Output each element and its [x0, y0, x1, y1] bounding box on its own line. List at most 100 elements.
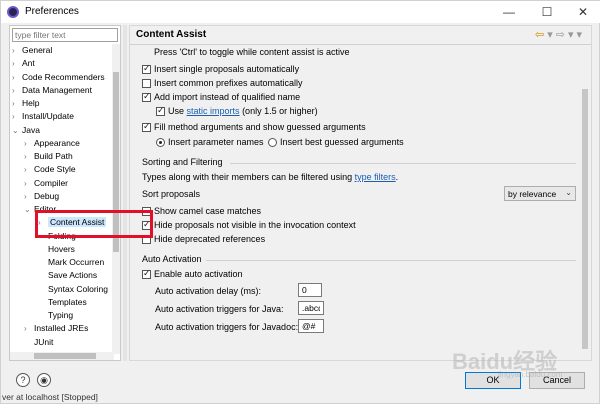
view-menu-icon[interactable]: ▾ — [576, 29, 585, 41]
add-import-label: Add import instead of qualified name — [154, 92, 301, 102]
close-button[interactable]: ✕ — [565, 1, 600, 23]
tree-item-label: Java — [22, 124, 40, 135]
page-navigation: ⇦▾⇨▾▾ — [535, 28, 585, 41]
tree-item[interactable]: Templates — [38, 296, 87, 309]
enable-auto-activation-checkbox[interactable] — [142, 268, 151, 279]
collapsed-arrow-icon[interactable]: › — [12, 97, 22, 110]
tree-item-label: Code Recommenders — [22, 71, 105, 82]
tree-horizontal-scrollbar[interactable] — [10, 352, 114, 360]
tree-item[interactable]: Syntax Coloring — [38, 283, 108, 296]
back-arrow-icon[interactable]: ⇦ — [535, 29, 547, 41]
javadoc-triggers-field[interactable] — [298, 319, 324, 333]
expanded-arrow-icon[interactable]: ⌄ — [24, 203, 34, 216]
tree-item-label: Data Management — [22, 84, 92, 95]
tree-item[interactable]: › Code Style — [24, 163, 76, 176]
tree-item[interactable]: › Installed JREs — [24, 322, 88, 335]
fill-arguments-label: Fill method arguments and show guessed a… — [154, 122, 366, 132]
insert-prefixes-checkbox[interactable] — [142, 79, 151, 88]
filter-input[interactable] — [12, 28, 118, 42]
page-title: Content Assist — [136, 29, 207, 40]
back-menu-icon[interactable]: ▾ — [547, 29, 556, 41]
tree-item[interactable]: Mark Occurren — [38, 256, 104, 269]
fill-arguments-checkbox[interactable] — [142, 121, 151, 132]
static-imports-link[interactable]: static imports — [187, 106, 240, 116]
insert-single-checkbox[interactable] — [142, 63, 151, 74]
collapsed-arrow-icon[interactable]: › — [24, 163, 34, 176]
type-filters-link[interactable]: type filters — [355, 172, 396, 182]
pane-divider[interactable] — [123, 25, 127, 361]
tree-item[interactable]: ⌄ Java — [12, 124, 40, 137]
watermark-url: jingyan.baidu.com — [498, 370, 563, 379]
sorting-group-title: Sorting and Filtering — [142, 157, 223, 167]
group-separator — [230, 163, 576, 164]
java-triggers-field[interactable] — [298, 301, 324, 315]
chevron-down-icon: ⌄ — [565, 188, 572, 197]
tree-item[interactable]: › Appearance — [24, 137, 80, 150]
static-imports-row: Use static imports (only 1.5 or higher) — [168, 106, 318, 116]
tree-item-label: Code Style — [34, 164, 76, 175]
static-imports-checkbox[interactable] — [156, 105, 165, 116]
tree-item[interactable]: › Build Path — [24, 150, 73, 163]
collapsed-arrow-icon[interactable]: › — [12, 110, 22, 123]
collapsed-arrow-icon[interactable]: › — [12, 71, 22, 84]
expanded-arrow-icon[interactable]: ⌄ — [12, 124, 22, 137]
tree-item[interactable]: Typing — [38, 309, 73, 322]
hide-invisible-label: Hide proposals not visible in the invoca… — [154, 220, 356, 230]
static-imports-note: (only 1.5 or higher) — [242, 106, 318, 116]
tree-item[interactable]: JUnit — [24, 336, 53, 349]
forward-arrow-icon[interactable]: ⇨ — [556, 29, 568, 41]
title-bar: Preferences — ☐ ✕ — [1, 1, 600, 23]
activation-delay-field[interactable] — [298, 283, 322, 297]
highlight-annotation — [35, 210, 153, 238]
javadoc-triggers-label: Auto activation triggers for Javadoc: — [155, 322, 299, 332]
content-vertical-scrollbar[interactable] — [580, 45, 590, 360]
tree-item-label: Hovers — [48, 243, 75, 254]
preferences-tree-pane: ›General›Ant›Code Recommenders›Data Mana… — [9, 25, 121, 361]
tree-item[interactable]: › Code Recommenders — [12, 71, 105, 84]
group-separator — [206, 260, 576, 261]
scroll-thumb[interactable] — [34, 353, 96, 359]
tree-item-label: Install/Update — [22, 111, 74, 122]
tree-item-label: Compiler — [34, 177, 69, 188]
tree-item[interactable]: › Data Management — [12, 84, 92, 97]
collapsed-arrow-icon[interactable]: › — [24, 322, 34, 335]
collapsed-arrow-icon[interactable]: › — [24, 190, 34, 203]
insert-parameter-names-radio[interactable] — [156, 138, 165, 147]
sort-proposals-value: by relevance — [508, 189, 557, 199]
tree-item-label: Debug — [34, 190, 60, 201]
tree-item-label: General — [22, 45, 53, 55]
type-filters-description: Types along with their members can be fi… — [142, 172, 398, 182]
collapsed-arrow-icon[interactable]: › — [24, 150, 34, 163]
import-export-icon[interactable]: ◉ — [37, 373, 51, 387]
tree-item[interactable]: Save Actions — [38, 269, 97, 282]
collapsed-arrow-icon[interactable]: › — [12, 44, 22, 57]
insert-best-guessed-radio[interactable] — [268, 138, 277, 147]
page-content: Press 'Ctrl' to toggle while content ass… — [130, 45, 580, 360]
java-triggers-label: Auto activation triggers for Java: — [155, 304, 284, 314]
tree-item[interactable]: › Ant — [12, 57, 35, 70]
tree-item[interactable]: Hovers — [38, 243, 75, 256]
maximize-button[interactable]: ☐ — [529, 1, 565, 23]
tree-item[interactable]: › Debug — [24, 190, 59, 203]
scroll-thumb[interactable] — [582, 89, 588, 349]
collapsed-arrow-icon[interactable]: › — [24, 177, 34, 190]
hide-deprecated-label: Hide deprecated references — [154, 234, 266, 244]
minimize-button[interactable]: — — [491, 1, 527, 23]
collapsed-arrow-icon[interactable]: › — [12, 57, 22, 70]
tree-item-label: Templates — [48, 296, 87, 307]
help-icon[interactable]: ? — [16, 373, 30, 387]
collapsed-arrow-icon[interactable]: › — [24, 137, 34, 150]
tree-item-label: Build Path — [34, 151, 73, 161]
tree-item-label: JUnit — [34, 336, 54, 347]
tree-vertical-scrollbar[interactable] — [112, 44, 120, 354]
tree-item[interactable]: › General — [12, 44, 52, 57]
insert-parameter-names-label: Insert parameter names — [168, 137, 264, 147]
tree-item[interactable]: › Compiler — [24, 177, 68, 190]
tree-item[interactable]: › Help — [12, 97, 39, 110]
eclipse-icon — [7, 6, 19, 18]
auto-activation-group-title: Auto Activation — [142, 254, 202, 264]
add-import-checkbox[interactable] — [142, 91, 151, 102]
collapsed-arrow-icon[interactable]: › — [12, 84, 22, 97]
sort-proposals-select[interactable]: by relevance ⌄ — [504, 186, 576, 201]
tree-item[interactable]: › Install/Update — [12, 110, 74, 123]
